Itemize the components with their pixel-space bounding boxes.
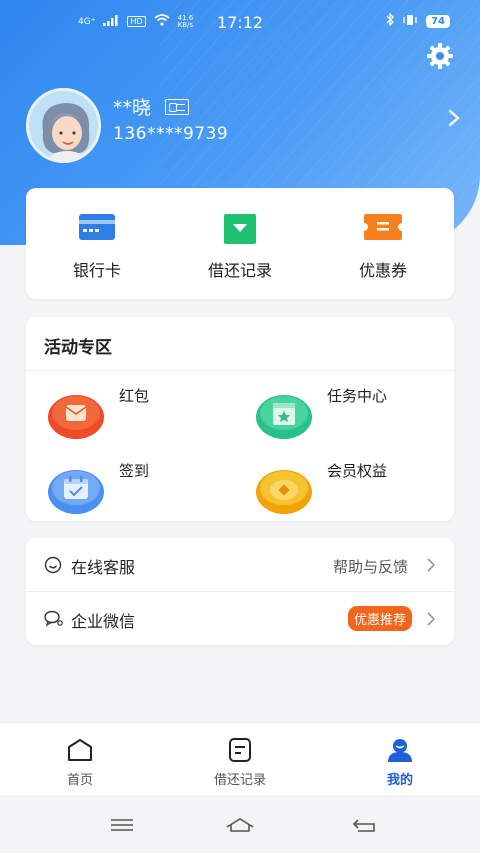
quick-action-label: 优惠券 <box>358 261 407 280</box>
quick-action-coupon[interactable]: 优惠券 <box>312 188 454 299</box>
tab-profile[interactable]: 我的 <box>320 723 480 796</box>
promo-badge: 优惠推荐 <box>347 606 412 631</box>
activity-item-member-benefits[interactable]: 会员权益 <box>234 454 434 514</box>
tab-label: 首页 <box>66 773 93 788</box>
user-name-row: **晓 <box>113 93 190 120</box>
records-icon <box>226 737 254 763</box>
borrow-record-icon <box>224 214 256 248</box>
help-feedback-text: 帮助与反馈 <box>332 558 408 576</box>
customer-service-icon <box>44 556 62 574</box>
enterprise-wechat-row[interactable]: 企业微信 优惠推荐 <box>26 592 454 645</box>
activity-label: 签到 <box>119 462 150 480</box>
home-icon <box>66 737 94 763</box>
user-phone: 136****9739 <box>113 124 229 144</box>
status-bar: 4G⁺ HD 41.6 KB/s 17:12 74 <box>0 0 480 44</box>
avatar[interactable] <box>26 88 101 163</box>
activity-item-task-center[interactable]: 任务中心 <box>234 379 434 439</box>
enterprise-wechat-label: 企业微信 <box>71 612 136 631</box>
home-nav-icon[interactable] <box>225 815 255 835</box>
system-nav-bar <box>0 795 480 853</box>
quick-action-borrow-record[interactable]: 借还记录 <box>169 188 311 299</box>
activity-item-red-packet[interactable]: 红包 <box>26 379 226 439</box>
red-packet-icon <box>48 391 104 439</box>
task-center-icon <box>256 391 312 439</box>
activity-label: 会员权益 <box>327 462 388 480</box>
quick-actions-card: 银行卡 借还记录 优惠券 <box>26 188 454 299</box>
bottom-tab-bar: 首页 借还记录 我的 <box>0 722 480 795</box>
tab-records[interactable]: 借还记录 <box>160 723 320 796</box>
wechat-chat-icon <box>44 610 63 628</box>
bluetooth-icon <box>386 12 394 29</box>
quick-action-bank-card[interactable]: 银行卡 <box>26 188 168 299</box>
id-card-icon[interactable] <box>165 98 190 115</box>
quick-action-label: 借还记录 <box>207 261 272 280</box>
tab-label: 借还记录 <box>213 773 266 788</box>
quick-action-label: 银行卡 <box>72 261 121 280</box>
battery-indicator: 74 <box>426 14 450 28</box>
activity-divider <box>26 370 454 371</box>
back-icon[interactable] <box>350 815 380 835</box>
user-name: **晓 <box>113 97 152 119</box>
menu-icon[interactable] <box>107 815 137 835</box>
activity-label: 任务中心 <box>327 387 388 405</box>
status-right: 74 <box>386 12 450 29</box>
member-benefits-icon <box>256 466 312 514</box>
activity-item-check-in[interactable]: 签到 <box>26 454 226 514</box>
bank-card-icon <box>79 214 115 244</box>
vibrate-icon <box>402 14 418 29</box>
profile-icon <box>386 737 414 763</box>
coupon-icon <box>364 214 402 244</box>
tab-home[interactable]: 首页 <box>0 723 160 796</box>
tab-label: 我的 <box>386 773 413 788</box>
online-service-label: 在线客服 <box>71 558 136 577</box>
chevron-right-icon <box>426 557 436 573</box>
profile-chevron-right-icon[interactable] <box>445 108 463 128</box>
service-card: 在线客服 帮助与反馈 企业微信 优惠推荐 <box>26 538 454 645</box>
check-in-icon <box>48 466 104 514</box>
activity-card: 活动专区 红包 任务中心 签到 会员权益 <box>26 317 454 521</box>
activity-label: 红包 <box>119 387 150 405</box>
chevron-right-icon <box>426 611 436 627</box>
settings-gear-icon[interactable] <box>425 41 455 71</box>
activity-title: 活动专区 <box>44 338 112 358</box>
online-service-row[interactable]: 在线客服 帮助与反馈 <box>26 538 454 591</box>
